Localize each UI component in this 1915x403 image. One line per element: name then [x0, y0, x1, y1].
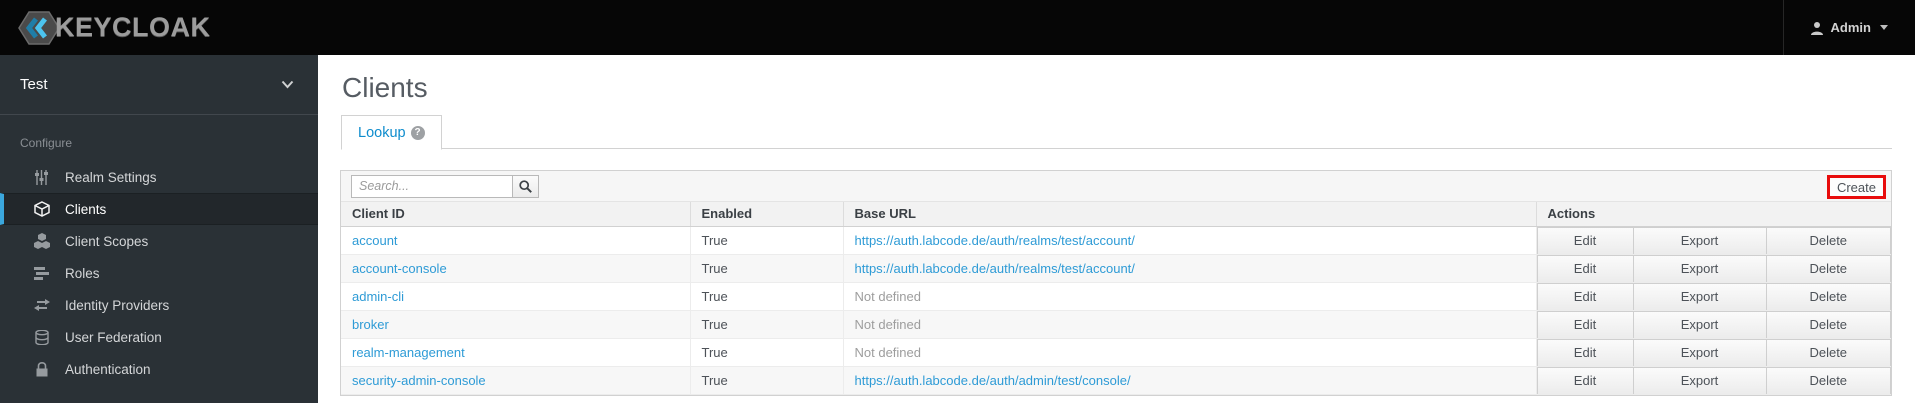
- sidebar-item-label: Clients: [65, 201, 107, 217]
- client-id-link[interactable]: broker: [352, 317, 389, 332]
- help-icon[interactable]: ?: [410, 125, 425, 140]
- client-id-link[interactable]: realm-management: [352, 345, 465, 360]
- table-row: account-console True https://auth.labcod…: [341, 254, 1891, 283]
- client-id-link[interactable]: account-console: [352, 261, 447, 276]
- base-url-cell: Not defined: [842, 338, 1536, 367]
- delete-button[interactable]: Delete: [1765, 338, 1891, 365]
- sliders-icon: [33, 169, 50, 186]
- sidebar-item-user-federation[interactable]: User Federation: [0, 321, 318, 353]
- clients-table: Client ID Enabled Base URL Actions accou…: [341, 202, 1891, 395]
- export-button[interactable]: Export: [1632, 282, 1767, 309]
- search-icon: [519, 179, 532, 193]
- base-url-cell: https://auth.labcode.de/auth/realms/test…: [842, 226, 1536, 255]
- table-row: realm-management True Not defined Edit E…: [341, 338, 1891, 367]
- base-url-cell: Not defined: [842, 282, 1536, 311]
- col-header-enabled: Enabled: [689, 202, 843, 227]
- list-bars-icon: [33, 265, 50, 282]
- sidebar-item-label: Authentication: [65, 361, 151, 377]
- client-id-link[interactable]: admin-cli: [352, 289, 404, 304]
- delete-button[interactable]: Delete: [1765, 366, 1891, 393]
- sidebar-item-label: Client Scopes: [65, 233, 149, 249]
- search-input[interactable]: [351, 174, 513, 198]
- enabled-cell: True: [689, 226, 843, 255]
- main-content: Clients Lookup ? Create: [318, 55, 1915, 403]
- edit-button[interactable]: Edit: [1537, 254, 1634, 281]
- table-row: admin-cli True Not defined Edit Export D…: [341, 282, 1891, 311]
- export-button[interactable]: Export: [1632, 226, 1767, 253]
- sidebar-item-clients[interactable]: Clients: [0, 193, 318, 225]
- cube-icon: [33, 201, 50, 218]
- edit-button[interactable]: Edit: [1537, 310, 1634, 337]
- sidebar-item-roles[interactable]: Roles: [0, 257, 318, 289]
- base-url-cell: Not defined: [842, 310, 1536, 339]
- realm-selector[interactable]: Test: [0, 55, 318, 115]
- base-url-cell: https://auth.labcode.de/auth/realms/test…: [842, 254, 1536, 283]
- search-button[interactable]: [513, 174, 539, 198]
- configure-section-label: Configure: [20, 136, 73, 150]
- realm-name: Test: [20, 76, 48, 93]
- enabled-cell: True: [689, 310, 843, 339]
- edit-button[interactable]: Edit: [1537, 282, 1634, 309]
- sidebar-item-authentication[interactable]: Authentication: [0, 353, 318, 385]
- sidebar-item-realm-settings[interactable]: Realm Settings: [0, 161, 318, 193]
- sidebar-item-identity-providers[interactable]: Identity Providers: [0, 289, 318, 321]
- keycloak-logo: KEYCLOAK: [0, 8, 211, 48]
- sidebar-item-label: Identity Providers: [65, 297, 170, 313]
- base-url-cell: https://auth.labcode.de/auth/admin/test/…: [842, 366, 1536, 395]
- sidebar-item-label: User Federation: [65, 329, 162, 345]
- col-header-client-id: Client ID: [341, 202, 690, 227]
- chevron-down-icon: [281, 80, 294, 89]
- edit-button[interactable]: Edit: [1537, 226, 1634, 253]
- export-button[interactable]: Export: [1632, 310, 1767, 337]
- col-header-actions: Actions: [1535, 202, 1891, 227]
- tab-lookup-label: Lookup: [358, 124, 406, 141]
- export-button[interactable]: Export: [1632, 254, 1767, 281]
- client-id-link[interactable]: account: [352, 233, 398, 248]
- edit-button[interactable]: Edit: [1537, 366, 1634, 393]
- tab-lookup[interactable]: Lookup ?: [341, 115, 442, 150]
- enabled-cell: True: [689, 338, 843, 367]
- clients-table-panel: Create Client ID Enabled Base URL Action…: [340, 170, 1892, 396]
- enabled-cell: True: [689, 254, 843, 283]
- sidebar: Test Configure Realm Settings Clients Cl…: [0, 55, 318, 403]
- delete-button[interactable]: Delete: [1765, 310, 1891, 337]
- table-header-row: Client ID Enabled Base URL Actions: [341, 202, 1891, 227]
- col-header-base-url: Base URL: [842, 202, 1536, 227]
- delete-button[interactable]: Delete: [1765, 254, 1891, 281]
- delete-button[interactable]: Delete: [1765, 282, 1891, 309]
- database-icon: [33, 329, 50, 346]
- table-row: broker True Not defined Edit Export Dele…: [341, 310, 1891, 339]
- table-toolbar: Create: [341, 171, 1891, 202]
- create-button[interactable]: Create: [1826, 175, 1886, 199]
- edit-button[interactable]: Edit: [1537, 338, 1634, 365]
- export-button[interactable]: Export: [1632, 366, 1767, 393]
- page-title: Clients: [342, 72, 428, 103]
- sidebar-item-client-scopes[interactable]: Client Scopes: [0, 225, 318, 257]
- enabled-cell: True: [689, 366, 843, 395]
- exchange-arrows-icon: [33, 297, 50, 314]
- export-button[interactable]: Export: [1632, 338, 1767, 365]
- tab-bar: Lookup ?: [341, 114, 1892, 150]
- table-row: account True https://auth.labcode.de/aut…: [341, 226, 1891, 255]
- top-bar: KEYCLOAK Admin: [0, 0, 1915, 55]
- user-icon: [1810, 21, 1823, 35]
- user-menu[interactable]: Admin: [1782, 0, 1915, 55]
- table-row: security-admin-console True https://auth…: [341, 366, 1891, 395]
- delete-button[interactable]: Delete: [1765, 226, 1891, 253]
- client-id-link[interactable]: security-admin-console: [352, 373, 486, 388]
- lock-icon: [33, 361, 50, 378]
- sidebar-item-label: Roles: [65, 265, 100, 281]
- enabled-cell: True: [689, 282, 843, 311]
- sidebar-item-label: Realm Settings: [65, 169, 157, 185]
- chevron-down-icon: [1880, 25, 1888, 30]
- user-name: Admin: [1830, 20, 1871, 35]
- brand-text: KEYCLOAK: [55, 12, 211, 42]
- cubes-icon: [33, 233, 50, 250]
